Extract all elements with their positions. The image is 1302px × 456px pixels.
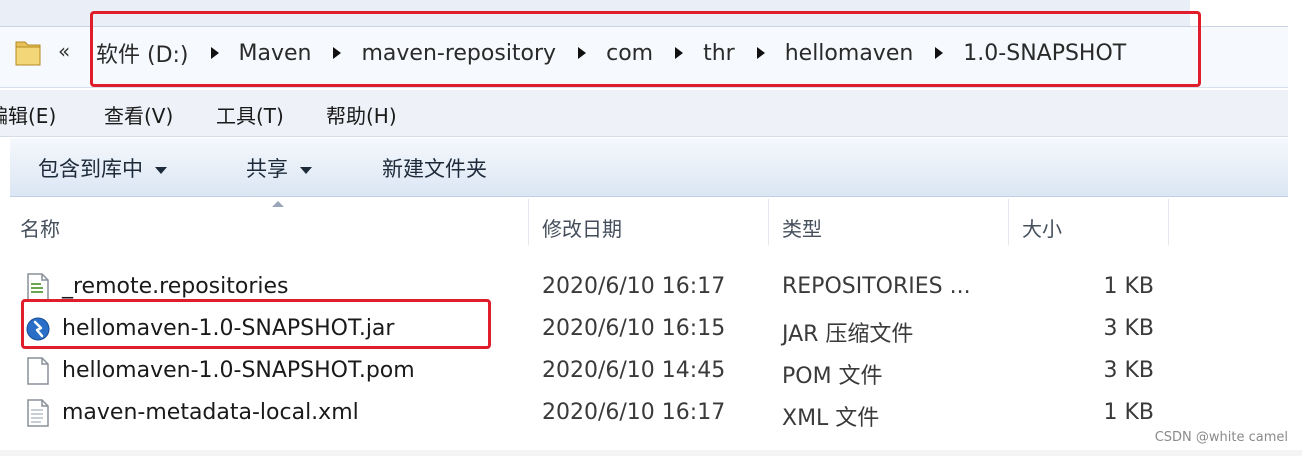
column-size[interactable]: 大小 (1022, 213, 1062, 242)
file-size: 3 KB (1103, 316, 1154, 341)
file-size: 1 KB (1103, 400, 1154, 425)
xml-file-icon (27, 399, 49, 427)
file-type: REPOSITORIES ... (782, 274, 971, 299)
file-name: _remote.repositories (62, 274, 289, 299)
file-row[interactable]: maven-metadata-local.xml 2020/6/10 16:17… (10, 393, 1288, 433)
column-type[interactable]: 类型 (782, 213, 822, 242)
chevron-down-icon (300, 166, 312, 174)
file-modified: 2020/6/10 14:45 (542, 358, 726, 383)
file-modified: 2020/6/10 16:17 (542, 274, 726, 299)
command-toolbar: 包含到库中 共享 新建文件夹 (10, 138, 1288, 197)
column-name[interactable]: 名称 (20, 213, 60, 242)
watermark: CSDN @white camel (1154, 430, 1288, 445)
folder-icon (15, 41, 41, 66)
jar-highlight-box (21, 299, 491, 349)
menu-bar: 编辑(E) 查看(V) 工具(T) 帮助(H) (0, 90, 1288, 137)
share-label: 共享 (246, 157, 288, 181)
file-type: XML 文件 (782, 406, 880, 431)
share-button[interactable]: 共享 (246, 153, 312, 183)
file-size: 1 KB (1103, 274, 1154, 299)
sort-up-icon (272, 201, 284, 207)
address-highlight-box (90, 11, 1201, 87)
menu-edit[interactable]: 编辑(E) (0, 100, 56, 129)
file-size: 3 KB (1103, 358, 1154, 383)
text-document-icon (27, 273, 49, 301)
file-name: hellomaven-1.0-SNAPSHOT.pom (62, 358, 415, 383)
file-modified: 2020/6/10 16:15 (542, 316, 726, 341)
include-in-library-button[interactable]: 包含到库中 (38, 153, 167, 183)
address-overflow-chevron[interactable]: « (58, 39, 70, 63)
file-modified: 2020/6/10 16:17 (542, 400, 726, 425)
blank-file-icon (27, 357, 49, 385)
file-type: POM 文件 (782, 364, 883, 389)
file-row[interactable]: hellomaven-1.0-SNAPSHOT.pom 2020/6/10 14… (10, 351, 1288, 391)
menu-view[interactable]: 查看(V) (104, 100, 173, 129)
column-header: 名称 修改日期 类型 大小 (10, 197, 1288, 249)
menu-help[interactable]: 帮助(H) (326, 100, 397, 129)
file-type: JAR 压缩文件 (782, 322, 914, 347)
new-folder-button[interactable]: 新建文件夹 (382, 153, 487, 183)
menu-tools[interactable]: 工具(T) (216, 100, 284, 129)
chevron-down-icon (155, 166, 167, 174)
include-in-library-label: 包含到库中 (38, 157, 143, 181)
file-name: maven-metadata-local.xml (62, 400, 359, 425)
column-modified[interactable]: 修改日期 (542, 213, 622, 242)
